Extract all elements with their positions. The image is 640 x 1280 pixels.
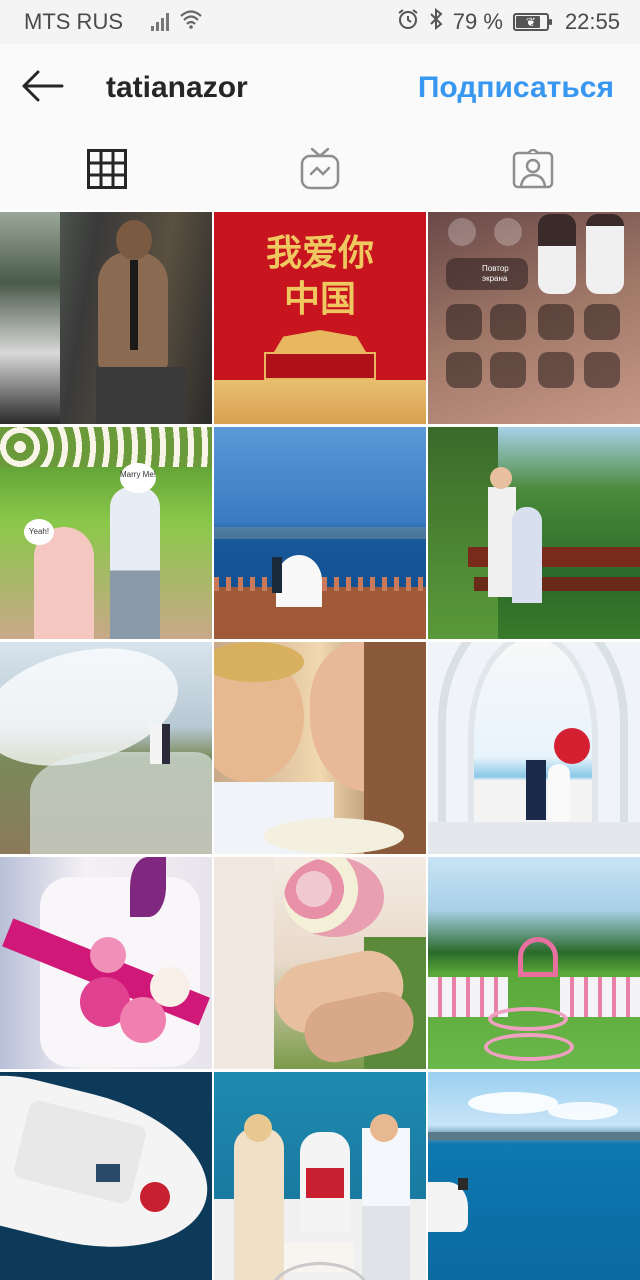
profile-tabs	[0, 132, 640, 210]
post-thumbnail[interactable]	[0, 212, 212, 424]
battery-icon: ❦	[512, 13, 552, 31]
battery-percent: 79 %	[452, 9, 503, 34]
wifi-icon	[179, 9, 203, 35]
bluetooth-icon	[429, 7, 443, 36]
tab-grid[interactable]	[0, 132, 213, 210]
poster-text: 我爱你	[265, 233, 374, 274]
tv-icon	[300, 147, 340, 195]
post-thumbnail[interactable]	[428, 1072, 640, 1280]
profile-header: tatianazor Подписаться	[0, 44, 640, 132]
back-button[interactable]	[0, 44, 84, 132]
post-thumbnail[interactable]: Marry Me! Yeah!	[0, 427, 212, 639]
tagged-user-icon	[512, 147, 554, 194]
sign-text: Marry Me!	[120, 463, 156, 493]
post-thumbnail[interactable]	[428, 857, 640, 1069]
alarm-icon	[397, 8, 419, 36]
post-grid: 我爱你 中国 Повтор экрана Marry Me! Yeah!	[0, 212, 640, 1280]
arrow-left-icon	[20, 70, 64, 107]
status-bar: MTS RUS 79 % ❦ 22:55	[0, 0, 640, 44]
post-thumbnail[interactable]	[214, 1072, 426, 1280]
sign-text: Yeah!	[24, 519, 54, 545]
poster-text: 中国	[283, 279, 356, 320]
grid-icon	[86, 148, 127, 194]
screen-mirror-label: Повтор экрана	[482, 264, 509, 283]
post-thumbnail[interactable]	[0, 857, 212, 1069]
post-thumbnail[interactable]: 我爱你 中国	[214, 212, 426, 424]
signal-icon	[151, 13, 169, 31]
post-thumbnail[interactable]	[428, 427, 640, 639]
clock: 22:55	[564, 9, 620, 34]
post-thumbnail[interactable]	[214, 642, 426, 854]
tab-tagged[interactable]	[427, 132, 640, 210]
post-thumbnail[interactable]	[0, 642, 212, 854]
tab-igtv[interactable]	[213, 132, 426, 210]
post-thumbnail[interactable]	[0, 1072, 212, 1280]
carrier-name: MTS RUS	[24, 9, 123, 34]
post-thumbnail[interactable]	[428, 642, 640, 854]
post-thumbnail[interactable]	[214, 857, 426, 1069]
follow-button[interactable]: Подписаться	[418, 71, 614, 105]
post-thumbnail[interactable]	[214, 427, 426, 639]
profile-username: tatianazor	[106, 71, 248, 104]
post-thumbnail[interactable]: Повтор экрана	[428, 212, 640, 424]
